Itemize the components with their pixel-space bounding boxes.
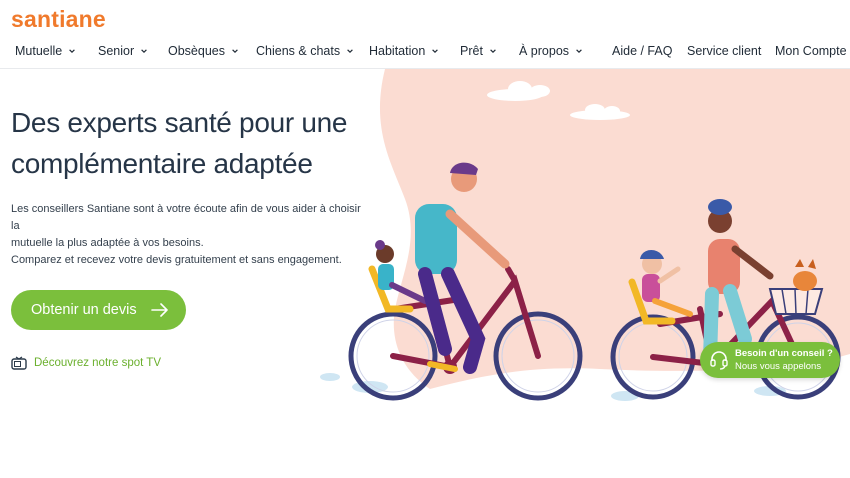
nav-item-label: Mutuelle (15, 44, 63, 58)
hero-title: Des experts santé pour une complémentair… (11, 102, 371, 184)
nav-item-label: Senior (98, 44, 135, 58)
chevron-down-icon (490, 49, 496, 54)
nav-item-label: Habitation (369, 44, 426, 58)
headset-icon (710, 351, 728, 370)
chevron-down-icon (576, 49, 582, 54)
nav-item-label: À propos (519, 44, 570, 58)
hero-description-line1: Les conseillers Santiane sont à votre éc… (11, 203, 361, 232)
tv-icon (11, 356, 27, 370)
nav-item-obseques[interactable]: Obsèques (168, 44, 239, 58)
nav-link-service-client[interactable]: Service client (687, 44, 761, 58)
callback-widget-button[interactable]: Besoin d'un conseil ? Nous vous appelons (700, 342, 840, 378)
callback-widget-text: Besoin d'un conseil ? Nous vous appelons (735, 348, 833, 373)
chevron-down-icon (141, 49, 147, 54)
tv-spot-link[interactable]: Découvrez notre spot TV (11, 356, 161, 370)
nav-item-chiens-chats[interactable]: Chiens & chats (256, 44, 354, 58)
nav-item-a-propos[interactable]: À propos (519, 44, 583, 58)
nav-item-senior[interactable]: Senior (98, 44, 148, 58)
nav-item-mutuelle[interactable]: Mutuelle (15, 44, 76, 58)
get-quote-button[interactable]: Obtenir un devis (11, 290, 186, 330)
tv-spot-label: Découvrez notre spot TV (34, 357, 161, 369)
callback-widget-line2: Nous vous appelons (735, 360, 822, 372)
callback-widget-line1: Besoin d'un conseil ? (735, 347, 833, 359)
nav-item-label: Obsèques (168, 44, 225, 58)
chevron-down-icon (232, 49, 238, 54)
nav-item-label: Chiens & chats (256, 44, 341, 58)
hero-title-line1: Des experts santé pour une (11, 107, 348, 138)
hero-description-line3: Comparez et recevez votre devis gratuite… (11, 254, 342, 266)
nav-item-label: Prêt (460, 44, 483, 58)
hero-description-line2: mutuelle la plus adaptée à vos besoins. (11, 237, 204, 249)
arrow-right-icon (150, 303, 168, 317)
nav-link-mon-compte[interactable]: Mon Compte (775, 44, 847, 58)
hero-description: Les conseillers Santiane sont à votre éc… (11, 201, 361, 269)
nav-item-pret[interactable]: Prêt (460, 44, 497, 58)
hero-title-line2: complémentaire adaptée (11, 148, 313, 179)
main-navigation: Mutuelle Senior Obsèques Chiens & chats … (0, 40, 850, 68)
chevron-down-icon (347, 49, 353, 54)
get-quote-label: Obtenir un devis (31, 302, 137, 318)
santiane-logo[interactable]: santiane (11, 6, 106, 33)
nav-link-aide-faq[interactable]: Aide / FAQ (612, 44, 672, 58)
chevron-down-icon (432, 49, 439, 54)
nav-item-habitation[interactable]: Habitation (369, 44, 439, 58)
chevron-down-icon (69, 49, 76, 54)
